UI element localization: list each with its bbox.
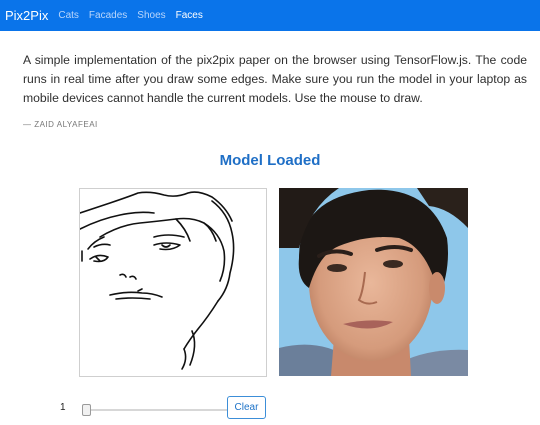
author-credit: — ZAID ALYAFEAI (23, 120, 98, 129)
model-status: Model Loaded (219, 152, 321, 169)
nav-link-faces[interactable]: Faces (176, 10, 203, 21)
slider-value: 1 (60, 402, 66, 413)
nav-link-facades[interactable]: Facades (89, 10, 127, 21)
slider-track[interactable] (87, 409, 227, 411)
output-image (279, 188, 468, 376)
clear-button[interactable]: Clear (227, 396, 266, 419)
drawing-canvas[interactable] (79, 188, 267, 377)
nav-link-cats[interactable]: Cats (58, 10, 79, 21)
nav-link-shoes[interactable]: Shoes (137, 10, 165, 21)
slider-thumb[interactable] (82, 404, 91, 416)
edge-sketch (79, 191, 235, 370)
navbar: Pix2Pix Cats Facades Shoes Faces (0, 0, 540, 31)
generated-face (279, 188, 468, 376)
brand-link[interactable]: Pix2Pix (5, 8, 48, 23)
intro-paragraph: A simple implementation of the pix2pix p… (23, 53, 527, 105)
